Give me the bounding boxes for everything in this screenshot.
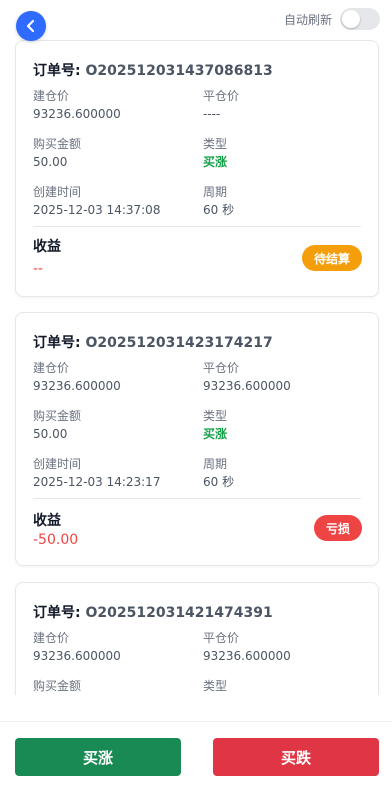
auto-refresh-toggle[interactable]	[340, 8, 380, 30]
open-price-label: 建仓价	[33, 89, 70, 103]
type-label: 类型	[203, 679, 228, 693]
period-label: 周期	[203, 185, 228, 199]
open-price-label: 建仓价	[33, 631, 70, 645]
open-price-label: 建仓价	[33, 361, 70, 375]
created-field: 创建时间 2025-12-03 14:37:08	[33, 184, 160, 218]
toggle-knob	[342, 10, 360, 28]
close-price-field: 平仓价 93236.600000	[203, 630, 291, 664]
divider	[33, 226, 361, 227]
buy-up-button[interactable]: 买涨	[15, 738, 181, 776]
open-price-value: 93236.600000	[33, 649, 121, 663]
type-value: 买涨	[203, 155, 228, 169]
profit-label: 收益	[33, 513, 61, 529]
amount-field: 购买金额	[33, 678, 81, 694]
status-badge-loss: 亏损	[314, 515, 362, 541]
created-value: 2025-12-03 14:37:08	[33, 203, 161, 217]
close-price-value: 93236.600000	[203, 649, 291, 663]
created-value: 2025-12-03 14:23:17	[33, 475, 161, 489]
open-price-field: 建仓价 93236.600000	[33, 88, 121, 122]
amount-label: 购买金额	[33, 137, 82, 151]
period-field: 周期 60 秒	[203, 184, 234, 218]
order-card: 订单号: O202512031421474391 建仓价 93236.60000…	[15, 582, 379, 695]
order-card: 订单号: O202512031437086813 建仓价 93236.60000…	[15, 40, 379, 297]
amount-label: 购买金额	[33, 679, 82, 693]
status-badge-pending: 待结算	[302, 245, 362, 271]
back-button[interactable]	[16, 11, 46, 41]
divider	[33, 498, 361, 499]
order-list[interactable]: 订单号: O202512031437086813 建仓价 93236.60000…	[0, 0, 392, 695]
open-price-value: 93236.600000	[33, 379, 121, 393]
type-field: 类型	[203, 678, 227, 694]
bottom-bar-divider	[0, 721, 392, 722]
type-field: 类型 买涨	[203, 136, 227, 170]
close-price-field: 平仓价 ----	[203, 88, 239, 122]
period-value: 60 秒	[203, 475, 235, 489]
type-label: 类型	[203, 137, 228, 151]
chevron-left-icon	[26, 19, 35, 33]
period-label: 周期	[203, 457, 228, 471]
close-price-value: ----	[203, 107, 221, 121]
type-label: 类型	[203, 409, 228, 423]
close-price-label: 平仓价	[203, 361, 240, 375]
close-price-label: 平仓价	[203, 631, 240, 645]
amount-label: 购买金额	[33, 409, 82, 423]
auto-refresh-control: 自动刷新	[284, 8, 380, 30]
order-number: 订单号: O202512031421474391	[33, 602, 273, 622]
buy-down-button[interactable]: 买跌	[213, 738, 379, 776]
close-price-label: 平仓价	[203, 89, 240, 103]
amount-field: 购买金额 50.00	[33, 408, 81, 442]
period-field: 周期 60 秒	[203, 456, 234, 490]
open-price-field: 建仓价 93236.600000	[33, 630, 121, 664]
type-field: 类型 买涨	[203, 408, 227, 442]
open-price-field: 建仓价 93236.600000	[33, 360, 121, 394]
order-number-label: 订单号:	[33, 605, 81, 621]
created-field: 创建时间 2025-12-03 14:23:17	[33, 456, 160, 490]
created-label: 创建时间	[33, 457, 82, 471]
order-number-label: 订单号:	[33, 63, 81, 79]
order-number: 订单号: O202512031423174217	[33, 332, 273, 352]
order-card: 订单号: O202512031423174217 建仓价 93236.60000…	[15, 312, 379, 566]
amount-field: 购买金额 50.00	[33, 136, 81, 170]
order-id: O202512031421474391	[85, 605, 273, 621]
profit-value: -50.00	[33, 532, 79, 548]
order-id: O202512031437086813	[85, 63, 273, 79]
order-id: O202512031423174217	[85, 335, 273, 351]
open-price-value: 93236.600000	[33, 107, 121, 121]
profit-label: 收益	[33, 239, 61, 255]
amount-value: 50.00	[33, 155, 68, 169]
type-value: 买涨	[203, 427, 228, 441]
close-price-field: 平仓价 93236.600000	[203, 360, 291, 394]
auto-refresh-label: 自动刷新	[283, 12, 332, 27]
profit-value: --	[33, 261, 44, 277]
order-number: 订单号: O202512031437086813	[33, 60, 273, 80]
period-value: 60 秒	[203, 203, 235, 217]
order-number-label: 订单号:	[33, 335, 81, 351]
amount-value: 50.00	[33, 427, 68, 441]
created-label: 创建时间	[33, 185, 82, 199]
close-price-value: 93236.600000	[203, 379, 291, 393]
